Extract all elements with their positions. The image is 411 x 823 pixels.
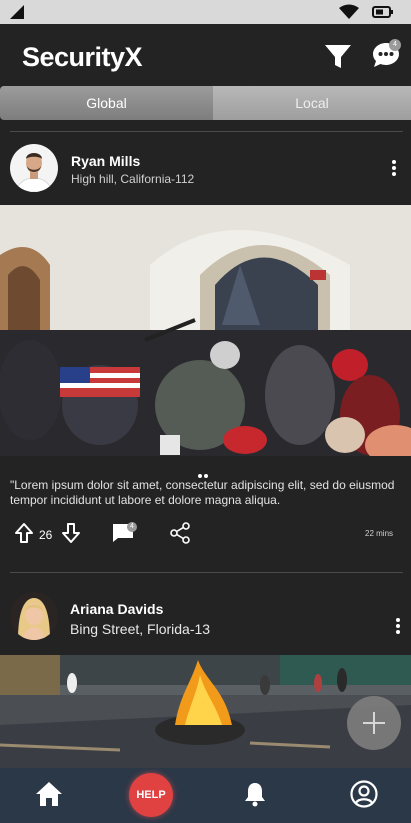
app-screen: SecurityX 4 Global Local Ryan Mills High… — [0, 0, 411, 823]
tab-global[interactable]: Global — [0, 86, 213, 120]
more-options-icon[interactable] — [394, 618, 402, 638]
avatar[interactable] — [10, 144, 58, 192]
plus-icon — [363, 712, 385, 734]
status-bar — [0, 0, 411, 24]
post-image[interactable] — [0, 205, 411, 456]
more-options-icon[interactable] — [390, 160, 398, 180]
share-icon[interactable] — [170, 522, 190, 544]
wifi-icon — [339, 4, 359, 19]
post-author[interactable]: Ariana Davids — [70, 601, 163, 617]
notification-badge: 4 — [389, 39, 401, 51]
home-icon[interactable] — [35, 781, 63, 807]
app-bar: SecurityX 4 — [0, 24, 411, 86]
avatar[interactable] — [10, 592, 58, 640]
tab-local[interactable]: Local — [213, 86, 411, 120]
upvote-icon[interactable] — [14, 522, 34, 544]
post-caption: "Lorem ipsum dolor sit amet, consectetur… — [10, 478, 395, 507]
battery-icon — [372, 6, 393, 18]
cellular-signal-icon — [10, 5, 24, 19]
add-post-button[interactable] — [347, 696, 401, 750]
filter-icon[interactable] — [324, 44, 352, 70]
post-header: Ryan Mills High hill, California-112 — [0, 140, 411, 200]
comment-count-badge: 4 — [127, 522, 137, 532]
help-button[interactable]: HELP — [129, 773, 173, 817]
vote-count: 26 — [39, 528, 53, 542]
divider — [10, 131, 403, 132]
post-location: Bing Street, Florida-13 — [70, 621, 211, 637]
app-title: SecurityX — [22, 42, 143, 72]
downvote-icon[interactable] — [61, 522, 81, 544]
post-timestamp: 22 mins — [365, 529, 394, 538]
bell-icon[interactable] — [243, 781, 267, 807]
post-actions: 26 4 22 mins — [0, 518, 411, 548]
profile-icon[interactable] — [350, 780, 378, 808]
post-header: Ariana Davids Bing Street, Florida-13 — [0, 588, 411, 648]
scope-tabs: Global Local — [0, 86, 411, 120]
bottom-navigation: HELP — [0, 768, 411, 823]
post-author[interactable]: Ryan Mills — [71, 153, 140, 169]
divider — [10, 572, 403, 573]
post-location: High hill, California-112 — [71, 172, 195, 186]
